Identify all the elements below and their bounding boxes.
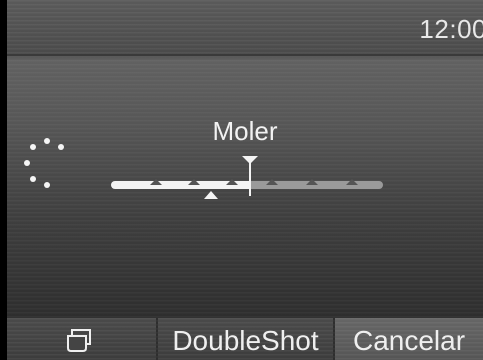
slider-notch <box>188 179 200 185</box>
cup-button[interactable] <box>7 318 156 360</box>
page-title: Moler <box>212 116 278 146</box>
softkey-bar: DoubleShot Cancelar <box>7 318 483 360</box>
clock: 12:00 <box>419 14 483 44</box>
slider-target-arrow-icon <box>242 156 258 164</box>
spinner-dot <box>30 176 36 182</box>
slider-notch <box>226 179 238 185</box>
status-bar: 12:00 <box>7 0 483 56</box>
slider-notch <box>150 179 162 185</box>
cup-icon <box>67 329 91 352</box>
display-screen: 12:00 Moler DoubleShot Cancelar <box>7 0 483 360</box>
doubleshot-button[interactable]: DoubleShot <box>158 318 333 360</box>
slider-notch <box>306 179 318 185</box>
slider-target-marker <box>249 160 251 196</box>
cancel-button[interactable]: Cancelar <box>335 318 483 360</box>
slider-notch <box>266 179 278 185</box>
grind-slider[interactable] <box>111 156 383 206</box>
spinner-dot <box>24 160 30 166</box>
slider-notch <box>346 179 358 185</box>
slider-current-arrow-icon[interactable] <box>204 191 218 199</box>
spinner-dot <box>44 182 50 188</box>
